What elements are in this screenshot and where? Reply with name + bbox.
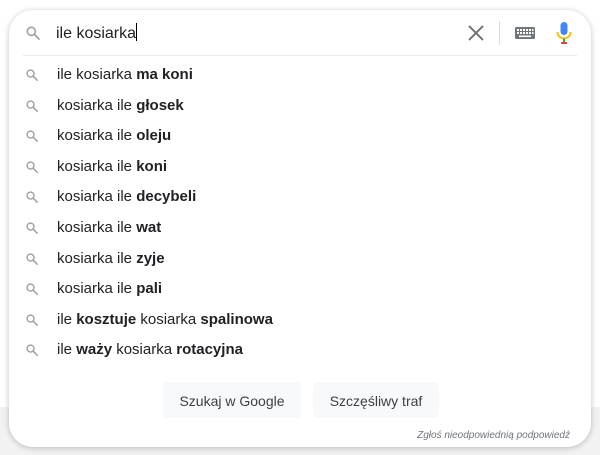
suggestion-text: ile kosztuje kosiarka spalinowa xyxy=(57,311,273,329)
suggestion-item[interactable]: kosiarka ile oleju xyxy=(9,121,591,152)
suggestion-prefix: kosiarka xyxy=(136,310,201,328)
suggestion-text: kosiarka ile pali xyxy=(57,280,162,298)
microphone-icon[interactable] xyxy=(555,21,573,45)
search-icon xyxy=(26,191,39,204)
button-row: Szukaj w Google Szczęśliwy traf xyxy=(9,382,591,420)
search-icon xyxy=(26,161,39,173)
suggestion-prefix: kosiarka xyxy=(112,341,177,359)
suggestion-prefix: kosiarka ile xyxy=(57,96,137,114)
suggestion-item[interactable]: kosiarka ile koni xyxy=(9,152,591,183)
suggestion-completion: spalinowa xyxy=(200,310,273,328)
close-icon[interactable] xyxy=(465,22,487,44)
search-bar: ile kosiarka xyxy=(9,10,591,56)
suggestion-text: ile kosiarka ma koni xyxy=(57,66,193,84)
suggestion-item[interactable]: kosiarka ile zyje xyxy=(9,244,591,275)
suggestion-completion: oleju xyxy=(136,127,172,145)
search-input[interactable]: ile kosiarka xyxy=(56,23,138,44)
search-icon xyxy=(26,252,39,265)
suggestion-completion: rotacyjna xyxy=(176,341,243,359)
suggestion-item[interactable]: kosiarka ile decybeli xyxy=(9,182,591,213)
search-icon xyxy=(26,222,39,234)
text-cursor xyxy=(136,23,138,41)
suggestion-prefix: kosiarka ile xyxy=(57,188,137,206)
suggestion-prefix: kosiarka ile xyxy=(57,157,137,175)
suggestion-completion: zyje xyxy=(136,249,165,267)
search-suggestion-box: ile kosiarka ile kosiarka ma koni kosiark… xyxy=(9,10,591,447)
search-icon xyxy=(26,283,39,296)
suggestion-text: kosiarka ile zyje xyxy=(57,250,165,268)
suggestion-completion: kosztuje xyxy=(76,310,137,328)
suggestion-completion: ma koni xyxy=(136,66,193,83)
suggestion-item[interactable]: ile waży kosiarka rotacyjna xyxy=(9,335,591,366)
suggestion-list: ile kosiarka ma koni kosiarka ile głosek k… xyxy=(9,60,591,366)
search-icon xyxy=(26,26,40,40)
suggestion-prefix: ile xyxy=(57,341,77,359)
google-search-button[interactable]: Szukaj w Google xyxy=(163,382,301,418)
search-icon xyxy=(26,314,39,326)
report-suggestion-link[interactable]: Zgłoś nieodpowiednią podpowiedź xyxy=(417,430,570,441)
suggestion-item[interactable]: ile kosiarka ma koni xyxy=(9,60,591,91)
suggestion-prefix: ile kosiarka xyxy=(57,66,137,83)
suggestion-text: kosiarka ile głosek xyxy=(57,97,184,115)
suggestion-prefix: kosiarka ile xyxy=(57,249,137,267)
suggestion-completion: waży xyxy=(76,341,113,359)
suggestion-text: kosiarka ile wat xyxy=(57,219,161,237)
suggestion-item[interactable]: ile kosztuje kosiarka spalinowa xyxy=(9,305,591,336)
suggestion-item[interactable]: kosiarka ile głosek xyxy=(9,91,591,122)
suggestion-prefix: kosiarka ile xyxy=(57,218,137,236)
suggestion-completion: głosek xyxy=(136,96,184,114)
suggestion-completion: pali xyxy=(136,280,163,298)
suggestion-text: ile waży kosiarka rotacyjna xyxy=(57,341,243,359)
keyboard-icon[interactable] xyxy=(514,25,536,41)
suggestion-completion: wat xyxy=(136,218,162,236)
search-icon xyxy=(26,69,39,82)
suggestion-text: kosiarka ile koni xyxy=(57,158,167,176)
search-icon xyxy=(26,99,39,112)
suggestion-prefix: kosiarka ile xyxy=(57,127,137,145)
suggestion-completion: decybeli xyxy=(136,188,197,206)
suggestion-text: kosiarka ile oleju xyxy=(57,127,171,145)
feeling-lucky-button[interactable]: Szczęśliwy traf xyxy=(313,382,439,418)
suggestion-completion: koni xyxy=(136,157,168,175)
search-query-text: ile kosiarka xyxy=(56,25,137,42)
search-icon xyxy=(26,130,39,143)
search-divider xyxy=(23,55,577,56)
suggestion-prefix: ile xyxy=(57,310,77,328)
suggestion-item[interactable]: kosiarka ile wat xyxy=(9,213,591,244)
toolbar-divider xyxy=(499,21,500,45)
search-icon xyxy=(26,344,39,357)
suggestion-text: kosiarka ile decybeli xyxy=(57,188,196,206)
suggestion-item[interactable]: kosiarka ile pali xyxy=(9,274,591,305)
suggestion-prefix: kosiarka ile xyxy=(57,280,137,298)
